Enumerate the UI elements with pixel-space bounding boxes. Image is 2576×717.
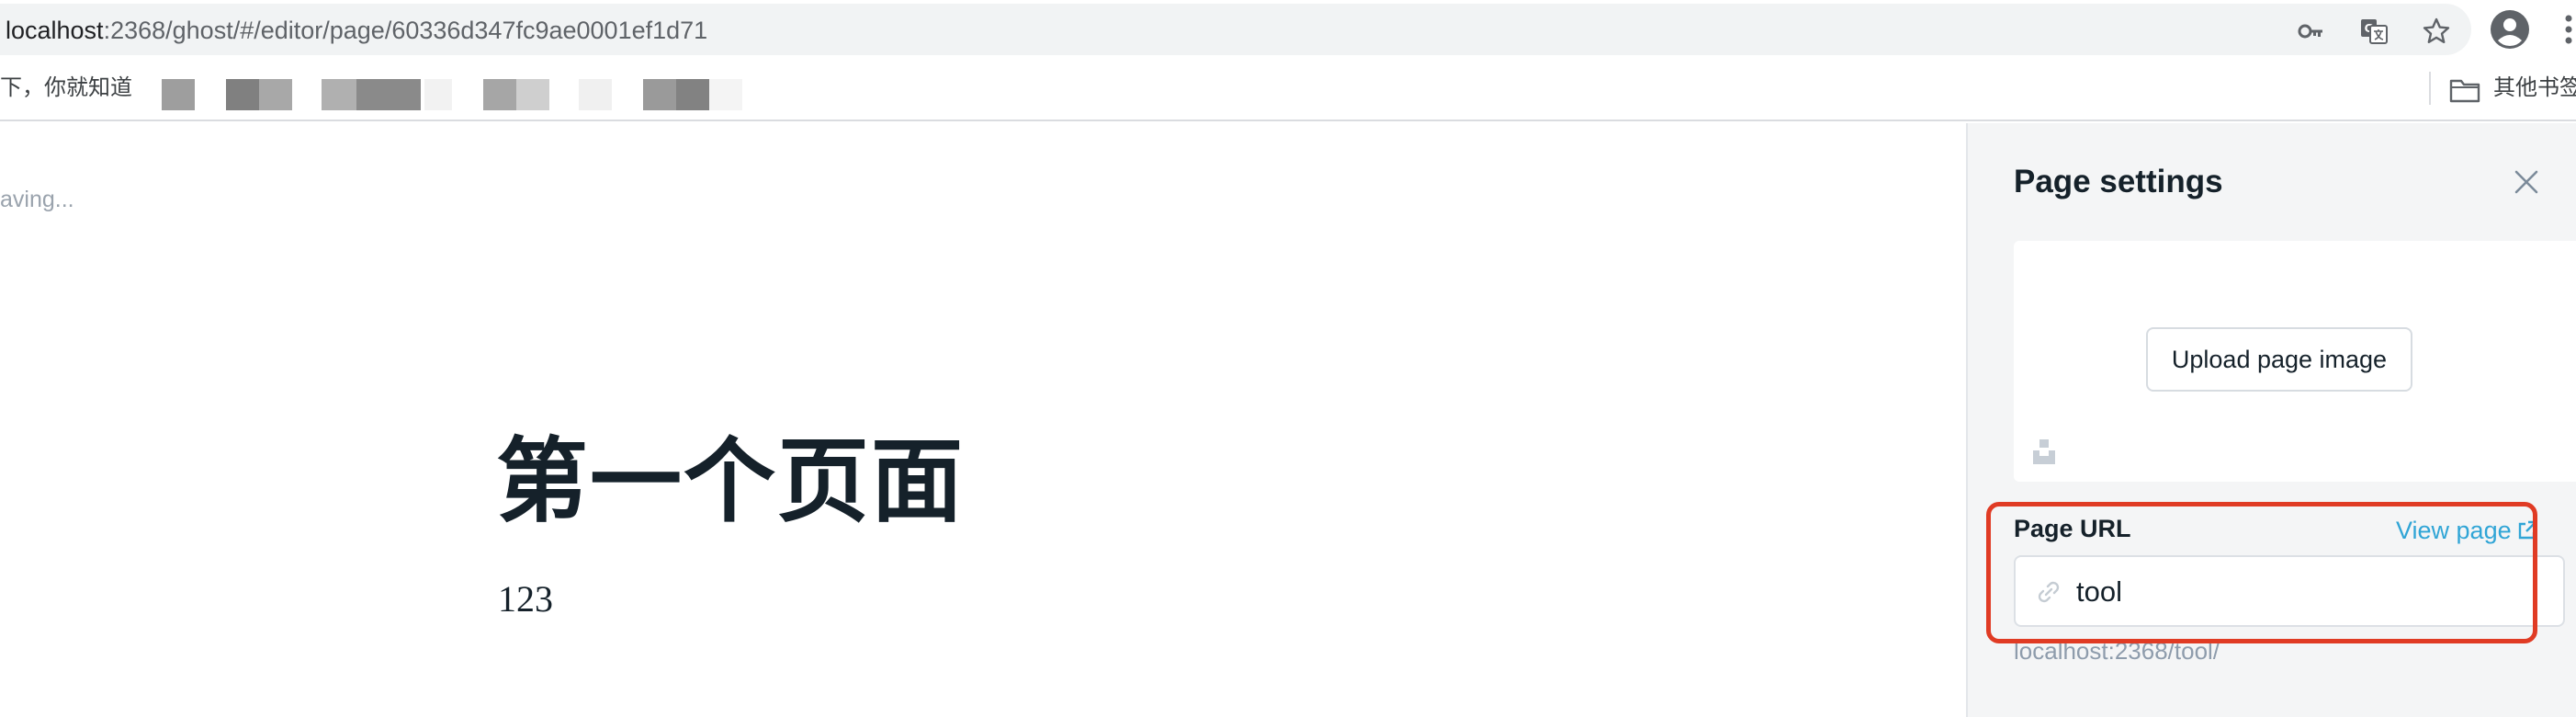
editor-canvas[interactable]: aving... 第一个页面 123 [0,123,1966,717]
bookmark-item-blurred[interactable] [226,79,292,110]
url-host: localhost [6,17,104,44]
bookmark-item-blurred[interactable] [643,79,709,110]
bookmark-item-blurred[interactable] [709,79,742,110]
close-icon[interactable] [2508,164,2545,200]
page-settings-panel: Page settings Upload page image Page URL… [1966,123,2576,717]
address-url[interactable]: localhost:2368/ghost/#/editor/page/60336… [6,16,707,45]
omnibox[interactable]: localhost:2368/ghost/#/editor/page/60336… [0,4,2471,55]
address-row: localhost:2368/ghost/#/editor/page/60336… [0,0,2576,59]
bookmark-item-blurred[interactable] [483,79,549,110]
page-body[interactable]: 123 [498,577,553,621]
bookmarks-bar: 下，你就知道 其他书签 [0,59,2576,121]
folder-icon[interactable] [2449,77,2480,103]
page-url-field[interactable] [2014,555,2565,627]
save-status: aving... [0,187,74,212]
page-image-dropzone[interactable]: Upload page image [2014,241,2576,482]
star-icon[interactable] [2422,17,2451,46]
bookmark-folder-other[interactable]: 其他书签 [2493,74,2576,101]
bookmark-item-blurred[interactable] [579,79,612,110]
page-title[interactable]: 第一个页面 [496,427,965,537]
bookmark-item-blurred[interactable] [162,79,195,110]
page-full-url: localhost:2368/tool/ [2014,637,2220,665]
bookmarks-separator [2429,72,2431,105]
unsplash-icon[interactable] [2032,438,2056,465]
profile-avatar-icon[interactable] [2490,9,2530,50]
upload-page-image-button[interactable]: Upload page image [2146,327,2412,392]
external-link-icon[interactable] [2517,520,2537,541]
bookmark-item-blurred[interactable] [424,79,452,110]
page-url-label: Page URL [2014,515,2131,542]
key-icon[interactable] [2297,17,2326,46]
translate-icon[interactable]: G [2359,17,2389,46]
browser-window: localhost:2368/ghost/#/editor/page/60336… [0,0,2576,717]
more-vert-icon[interactable] [2561,13,2576,46]
url-path: :2368/ghost/#/editor/page/60336d347fc9ae… [103,17,708,44]
link-icon [2038,581,2060,603]
bookmark-item-blurred[interactable] [322,79,421,110]
view-page-link[interactable]: View page [2396,515,2512,546]
page-url-input[interactable] [2076,570,2536,614]
bookmark-item-first[interactable]: 下，你就知道 [0,74,132,101]
panel-title: Page settings [2014,164,2223,199]
